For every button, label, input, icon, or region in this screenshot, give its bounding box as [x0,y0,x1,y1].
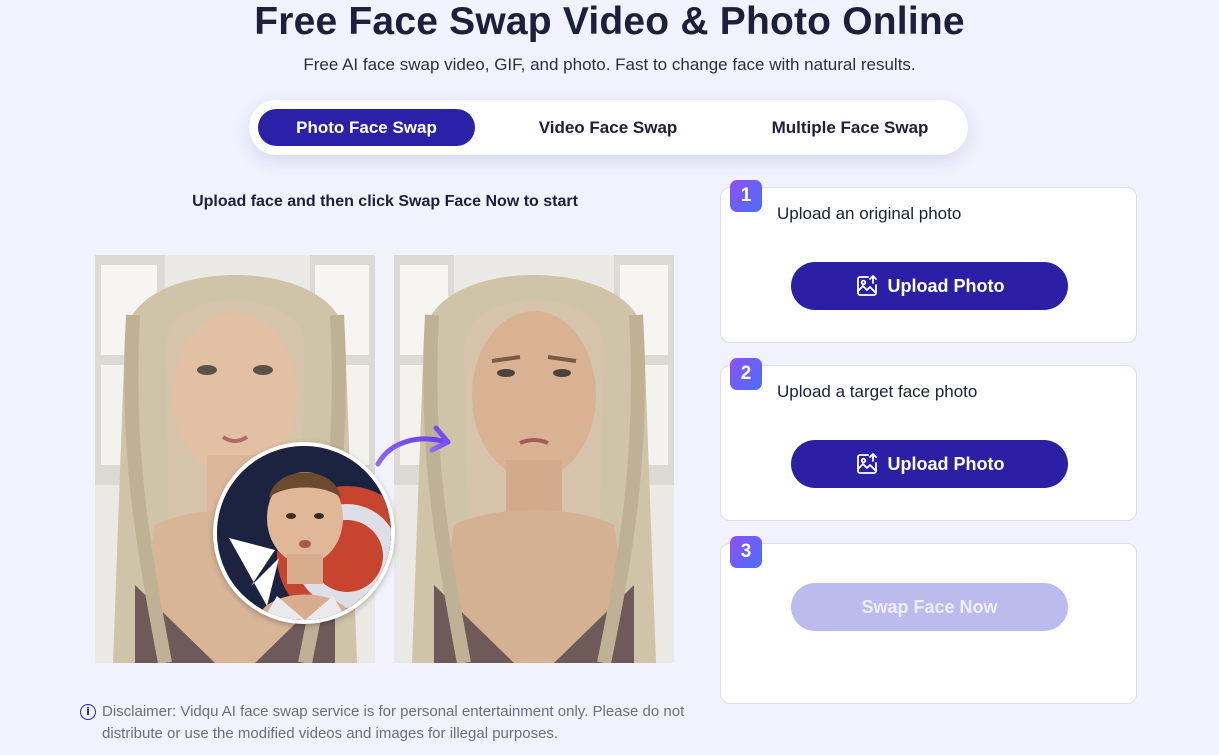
swap-arrow-icon [375,425,451,467]
page-title: Free Face Swap Video & Photo Online [254,0,965,43]
page-subtitle: Free AI face swap video, GIF, and photo.… [303,55,916,74]
image-upload-icon [856,275,877,296]
tab-photo-face-swap[interactable]: Photo Face Swap [258,109,475,146]
mode-tabs: Photo Face Swap Video Face Swap Multiple… [249,100,968,155]
upload-original-photo-button[interactable]: Upload Photo [791,262,1068,310]
step-number-badge: 3 [730,536,762,568]
swap-face-now-button[interactable]: Swap Face Now [791,583,1068,631]
disclaimer-text: Disclaimer: Vidqu AI face swap service i… [102,703,685,742]
step-label: Upload an original photo [777,204,962,223]
info-icon: i [80,704,96,720]
disclaimer: i Disclaimer: Vidqu AI face swap service… [80,701,700,745]
target-face-thumbnail [213,442,395,624]
step-card-upload-original: 1 Upload an original photo Upload Photo [720,180,1137,343]
step-number-badge: 2 [730,358,762,390]
upload-button-label: Upload Photo [887,453,1005,474]
upload-target-photo-button[interactable]: Upload Photo [791,440,1068,488]
step-label: Upload a target face photo [777,382,978,401]
demo-instruction: Upload face and then click Swap Face Now… [192,193,578,210]
tab-video-face-swap[interactable]: Video Face Swap [499,109,717,146]
image-upload-icon [856,453,877,474]
step-card-upload-target: 2 Upload a target face photo Upload Phot… [720,358,1137,521]
tab-multiple-face-swap[interactable]: Multiple Face Swap [741,109,959,146]
step-card-swap: 3 Swap Face Now [720,536,1137,704]
step-number-badge: 1 [730,180,762,212]
upload-button-label: Upload Photo [887,275,1005,296]
